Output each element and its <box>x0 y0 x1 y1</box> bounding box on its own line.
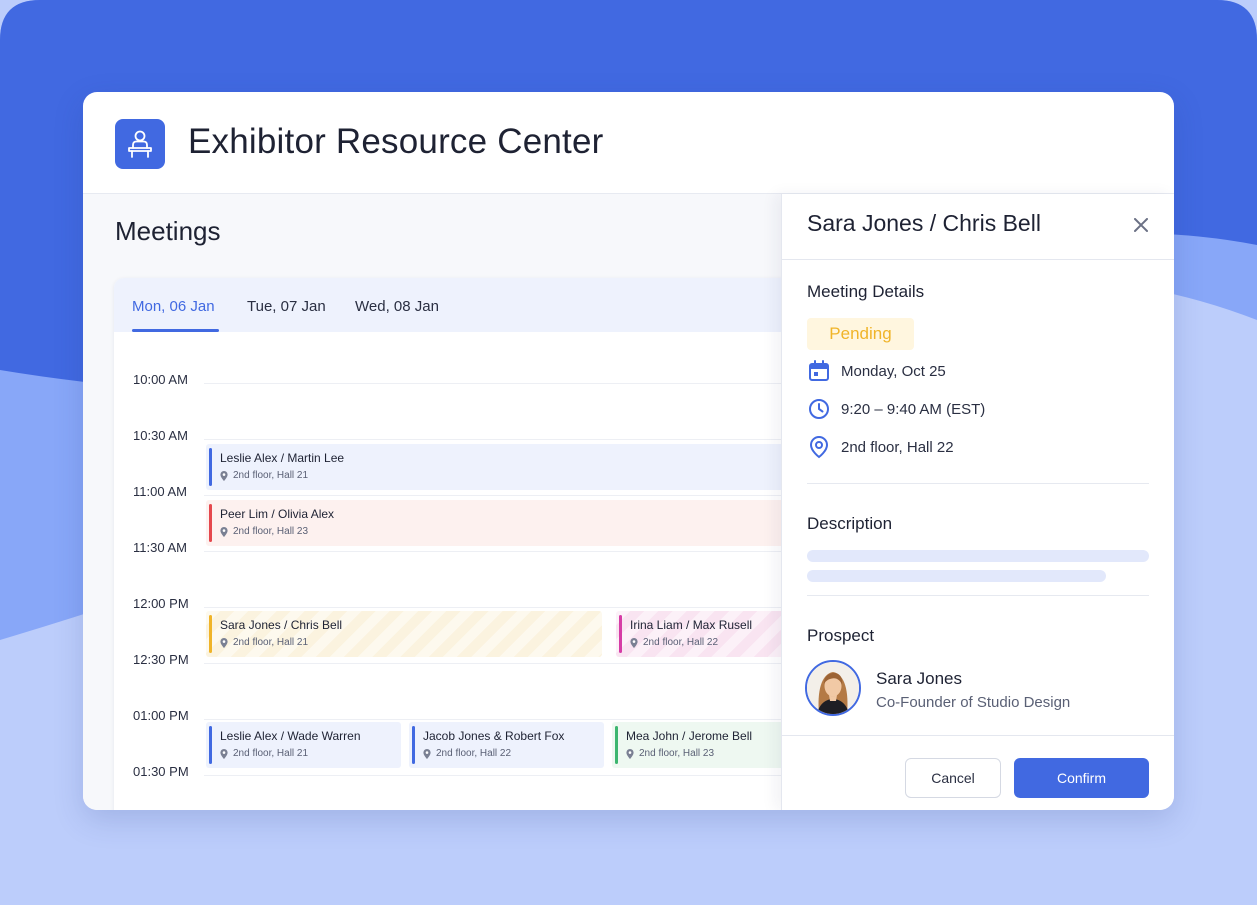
cancel-button[interactable]: Cancel <box>905 758 1001 798</box>
detail-title: Sara Jones / Chris Bell <box>807 210 1041 236</box>
meeting-date: Monday, Oct 25 <box>807 358 946 384</box>
event-location-text: 2nd floor, Hall 21 <box>233 637 309 648</box>
grid-line <box>204 383 814 384</box>
event-location-text: 2nd floor, Hall 22 <box>643 637 719 648</box>
event-location: 2nd floor, Hall 22 <box>630 637 718 648</box>
location-pin-icon <box>630 637 638 648</box>
event-title: Mea John / Jerome Bell <box>626 729 753 743</box>
location-pin-icon <box>423 748 431 759</box>
meeting-location-text: 2nd floor, Hall 22 <box>841 438 954 456</box>
event-title: Peer Lim / Olivia Alex <box>220 507 335 521</box>
event-color-bar <box>209 448 212 486</box>
meeting-details-heading: Meeting Details <box>807 282 925 301</box>
time-label: 10:00 AM <box>133 372 188 387</box>
meeting-detail-panel: Sara Jones / Chris Bell Meeting Details … <box>781 194 1174 810</box>
location-pin-icon <box>626 748 634 759</box>
grid-line <box>204 439 814 440</box>
location-pin-icon <box>220 637 228 648</box>
time-label: 11:30 AM <box>133 540 187 555</box>
page-title: Meetings <box>115 216 221 246</box>
app-header: Exhibitor Resource Center <box>83 92 1174 194</box>
grid-line <box>204 775 814 776</box>
event-title: Leslie Alex / Wade Warren <box>220 729 361 743</box>
confirm-button[interactable]: Confirm <box>1014 758 1149 798</box>
clock-icon <box>807 397 831 421</box>
event-color-bar <box>209 726 212 764</box>
description-skeleton-line <box>807 550 1149 562</box>
prospect-heading: Prospect <box>807 626 875 645</box>
app-title: Exhibitor Resource Center <box>188 122 604 161</box>
tab-tue-07-jan[interactable]: Tue, 07 Jan <box>247 298 326 315</box>
time-label: 10:30 AM <box>133 428 188 443</box>
meeting-time: 9:20 – 9:40 AM (EST) <box>807 396 985 422</box>
prospect-role: Co-Founder of Studio Design <box>876 694 1071 711</box>
meeting-event[interactable]: Leslie Alex / Martin Lee 2nd floor, Hall… <box>206 444 814 490</box>
event-location-text: 2nd floor, Hall 22 <box>436 748 512 759</box>
time-label: 01:30 PM <box>133 764 189 779</box>
event-color-bar <box>412 726 415 764</box>
event-color-bar <box>619 615 622 653</box>
calendar-card: Mon, 06 Jan Tue, 07 Jan Wed, 08 Jan 10:0… <box>114 278 814 810</box>
meeting-event[interactable]: Jacob Jones & Robert Fox 2nd floor, Hall… <box>409 722 604 768</box>
meeting-location: 2nd floor, Hall 22 <box>807 434 954 460</box>
meeting-time-text: 9:20 – 9:40 AM (EST) <box>841 400 986 418</box>
detail-header: Sara Jones / Chris Bell <box>782 194 1174 260</box>
detail-footer: Cancel Confirm <box>782 735 1174 810</box>
meeting-event[interactable]: Sara Jones / Chris Bell 2nd floor, Hall … <box>206 611 602 657</box>
time-label: 12:30 PM <box>133 652 189 667</box>
grid-line <box>204 551 814 552</box>
event-title: Irina Liam / Max Rusell <box>630 618 753 632</box>
grid-line <box>204 663 814 664</box>
location-pin-icon <box>807 435 831 459</box>
close-button[interactable] <box>1128 212 1154 238</box>
time-label: 01:00 PM <box>133 708 189 723</box>
grid-line <box>204 495 814 496</box>
event-location-text: 2nd floor, Hall 23 <box>639 748 715 759</box>
tab-wed-08-jan[interactable]: Wed, 08 Jan <box>355 298 439 315</box>
time-label: 11:00 AM <box>133 484 187 499</box>
location-pin-icon <box>220 526 228 537</box>
avatar <box>805 660 861 716</box>
event-location: 2nd floor, Hall 22 <box>423 748 511 759</box>
tab-mon-06-jan[interactable]: Mon, 06 Jan <box>132 298 215 315</box>
divider <box>807 595 1149 596</box>
event-location: 2nd floor, Hall 21 <box>220 748 308 759</box>
location-pin-icon <box>220 748 228 759</box>
divider <box>807 483 1149 484</box>
event-location-text: 2nd floor, Hall 21 <box>233 748 309 759</box>
event-title: Jacob Jones & Robert Fox <box>423 729 565 743</box>
event-location-text: 2nd floor, Hall 23 <box>233 526 309 537</box>
app-window: Exhibitor Resource Center Meetings Mon, … <box>83 92 1174 810</box>
status-badge: Pending <box>807 318 914 350</box>
event-color-bar <box>209 615 212 653</box>
grid-line <box>204 719 814 720</box>
event-location: 2nd floor, Hall 23 <box>220 526 308 537</box>
presenter-podium-icon <box>115 119 165 169</box>
event-location: 2nd floor, Hall 23 <box>626 748 714 759</box>
event-location-text: 2nd floor, Hall 21 <box>233 470 309 481</box>
grid-line <box>204 607 814 608</box>
close-icon <box>1134 218 1148 232</box>
description-skeleton-line <box>807 570 1106 582</box>
event-location: 2nd floor, Hall 21 <box>220 470 308 481</box>
meetings-pane: Meetings Mon, 06 Jan Tue, 07 Jan Wed, 08… <box>83 194 814 810</box>
meeting-event[interactable]: Peer Lim / Olivia Alex 2nd floor, Hall 2… <box>206 500 814 546</box>
prospect-name: Sara Jones <box>876 669 962 688</box>
meeting-event[interactable]: Leslie Alex / Wade Warren 2nd floor, Hal… <box>206 722 401 768</box>
time-label: 12:00 PM <box>133 596 189 611</box>
event-color-bar <box>615 726 618 764</box>
event-color-bar <box>209 504 212 542</box>
active-tab-indicator <box>132 329 219 332</box>
day-tabs: Mon, 06 Jan Tue, 07 Jan Wed, 08 Jan <box>114 278 814 332</box>
meeting-date-text: Monday, Oct 25 <box>841 362 946 380</box>
calendar-icon <box>807 359 831 383</box>
description-heading: Description <box>807 514 893 533</box>
event-location: 2nd floor, Hall 21 <box>220 637 308 648</box>
event-title: Sara Jones / Chris Bell <box>220 618 343 632</box>
event-title: Leslie Alex / Martin Lee <box>220 451 345 465</box>
location-pin-icon <box>220 470 228 481</box>
